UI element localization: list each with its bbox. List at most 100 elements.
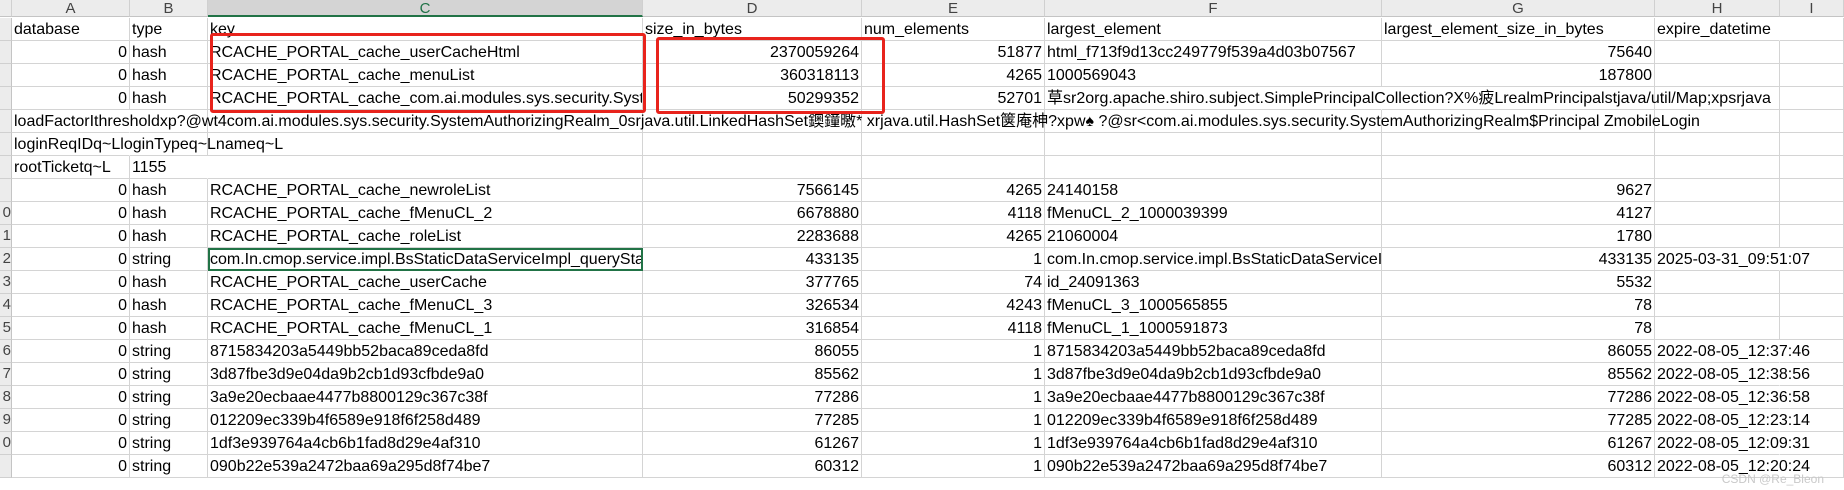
table-cell[interactable]: 77286 [643, 386, 862, 409]
table-cell[interactable]: 4265 [862, 225, 1045, 248]
table-cell[interactable]: 78 [1382, 294, 1655, 317]
table-cell[interactable]: com.In.cmop.service.impl.BsStaticDataSer… [1045, 248, 1382, 271]
table-cell[interactable]: hash [130, 64, 208, 87]
table-cell[interactable]: 草sr2org.apache.shiro.subject.SimplePrin… [1045, 87, 1382, 110]
column-header-h[interactable]: H [1655, 0, 1780, 17]
table-cell[interactable]: 1 [862, 409, 1045, 432]
table-cell[interactable]: 0 [12, 363, 130, 386]
row-header[interactable]: 6 [0, 340, 12, 363]
table-cell[interactable] [862, 133, 1045, 156]
table-cell[interactable]: hash [130, 225, 208, 248]
table-cell[interactable]: 0 [12, 271, 130, 294]
table-cell[interactable]: 433135 [1382, 248, 1655, 271]
table-cell[interactable]: 0 [12, 455, 130, 478]
table-cell[interactable]: 77285 [643, 409, 862, 432]
table-cell[interactable] [1780, 133, 1844, 156]
table-cell[interactable]: 1 [862, 386, 1045, 409]
table-cell[interactable]: 0 [12, 432, 130, 455]
table-cell[interactable] [1045, 156, 1382, 179]
header-cell[interactable] [1780, 18, 1844, 41]
table-cell[interactable]: 3a9e20ecbaae4477b8800129c367c38f [208, 386, 643, 409]
table-cell[interactable]: hash [130, 202, 208, 225]
table-cell[interactable]: 326534 [643, 294, 862, 317]
table-cell[interactable]: 433135 [643, 248, 862, 271]
table-cell[interactable]: hash [130, 41, 208, 64]
table-cell[interactable]: 9627 [1382, 179, 1655, 202]
table-cell[interactable]: 0 [12, 340, 130, 363]
table-cell[interactable] [1780, 202, 1844, 225]
table-cell[interactable] [1655, 294, 1780, 317]
table-cell[interactable]: 4265 [862, 179, 1045, 202]
row-header[interactable]: 8 [0, 386, 12, 409]
table-cell[interactable]: 0 [12, 294, 130, 317]
table-cell[interactable]: 2022-08-05_12:36:58 [1655, 386, 1780, 409]
table-cell[interactable] [1382, 156, 1655, 179]
header-cell[interactable]: type [130, 18, 208, 41]
table-cell[interactable]: RCACHE_PORTAL_cache_menuList [208, 64, 643, 87]
table-cell[interactable] [1780, 225, 1844, 248]
table-cell[interactable]: 2022-08-05_12:09:31 [1655, 432, 1780, 455]
table-cell[interactable]: 012209ec339b4f6589e918f6f258d489 [1045, 409, 1382, 432]
table-cell[interactable]: 1df3e939764a4cb6b1fad8d29e4af310 [208, 432, 643, 455]
row-header[interactable] [0, 87, 12, 110]
row-header[interactable] [0, 18, 12, 41]
table-cell[interactable]: 1155 [130, 156, 208, 179]
table-cell[interactable]: string [130, 363, 208, 386]
table-cell[interactable] [643, 133, 862, 156]
table-cell[interactable]: 360318113 [643, 64, 862, 87]
table-cell[interactable]: 77285 [1382, 409, 1655, 432]
table-cell[interactable] [1780, 41, 1844, 64]
table-cell[interactable]: 60312 [1382, 455, 1655, 478]
column-header-a[interactable]: A [12, 0, 130, 17]
table-cell[interactable]: fMenuCL_3_1000565855 [1045, 294, 1382, 317]
row-header[interactable] [0, 156, 12, 179]
table-cell[interactable]: 1 [862, 455, 1045, 478]
table-cell[interactable]: 3d87fbe3d9e04da9b2cb1d93cfbde9a0 [1045, 363, 1382, 386]
table-cell[interactable]: 0 [12, 317, 130, 340]
row-header[interactable]: 2 [0, 248, 12, 271]
table-cell[interactable]: 2022-08-05_12:23:14 [1655, 409, 1780, 432]
table-cell[interactable] [1655, 133, 1780, 156]
header-cell[interactable]: expire_datetime [1655, 18, 1780, 41]
table-cell[interactable]: 0 [12, 386, 130, 409]
table-cell[interactable]: 4127 [1382, 202, 1655, 225]
table-cell[interactable]: 1df3e939764a4cb6b1fad8d29e4af310 [1045, 432, 1382, 455]
row-header[interactable]: 9 [0, 409, 12, 432]
column-header-g[interactable]: G [1382, 0, 1655, 17]
row-header[interactable]: 4 [0, 294, 12, 317]
table-cell[interactable]: 0 [12, 87, 130, 110]
table-cell[interactable]: 0 [12, 64, 130, 87]
table-cell[interactable] [1655, 179, 1780, 202]
table-cell[interactable]: 1000569043 [1045, 64, 1382, 87]
column-header-c[interactable]: C [208, 0, 643, 17]
table-cell[interactable]: loginReqIDq~LloginTypeq~Lnameq~L [12, 133, 130, 156]
table-cell[interactable]: 61267 [643, 432, 862, 455]
table-cell[interactable]: string [130, 248, 208, 271]
table-cell[interactable]: RCACHE_PORTAL_cache_userCacheHtml [208, 41, 643, 64]
table-cell[interactable] [208, 156, 643, 179]
table-cell[interactable]: 50299352 [643, 87, 862, 110]
table-cell[interactable]: RCACHE_PORTAL_cache_fMenuCL_3 [208, 294, 643, 317]
table-cell[interactable]: 61267 [1382, 432, 1655, 455]
header-cell[interactable]: largest_element [1045, 18, 1382, 41]
table-cell[interactable] [1780, 87, 1844, 110]
table-cell[interactable] [1382, 133, 1655, 156]
table-cell[interactable]: 52701 [862, 87, 1045, 110]
table-cell[interactable]: RCACHE_PORTAL_cache_fMenuCL_2 [208, 202, 643, 225]
table-cell[interactable]: 1 [862, 432, 1045, 455]
table-cell[interactable]: 8715834203a5449bb52baca89ceda8fd [208, 340, 643, 363]
table-cell[interactable]: hash [130, 179, 208, 202]
row-header[interactable] [0, 64, 12, 87]
table-cell[interactable]: hash [130, 87, 208, 110]
table-cell[interactable] [1655, 317, 1780, 340]
table-cell[interactable]: string [130, 386, 208, 409]
table-cell[interactable]: loadFactorIthresholdxp?@wt4com.ai.mod… [12, 110, 130, 133]
table-cell[interactable]: 86055 [1382, 340, 1655, 363]
select-all-corner[interactable] [0, 0, 12, 17]
table-cell[interactable]: 85562 [643, 363, 862, 386]
table-cell[interactable]: fMenuCL_2_1000039399 [1045, 202, 1382, 225]
row-header[interactable]: 3 [0, 271, 12, 294]
table-cell[interactable]: string [130, 432, 208, 455]
table-cell[interactable]: 78 [1382, 317, 1655, 340]
table-cell[interactable]: 74 [862, 271, 1045, 294]
